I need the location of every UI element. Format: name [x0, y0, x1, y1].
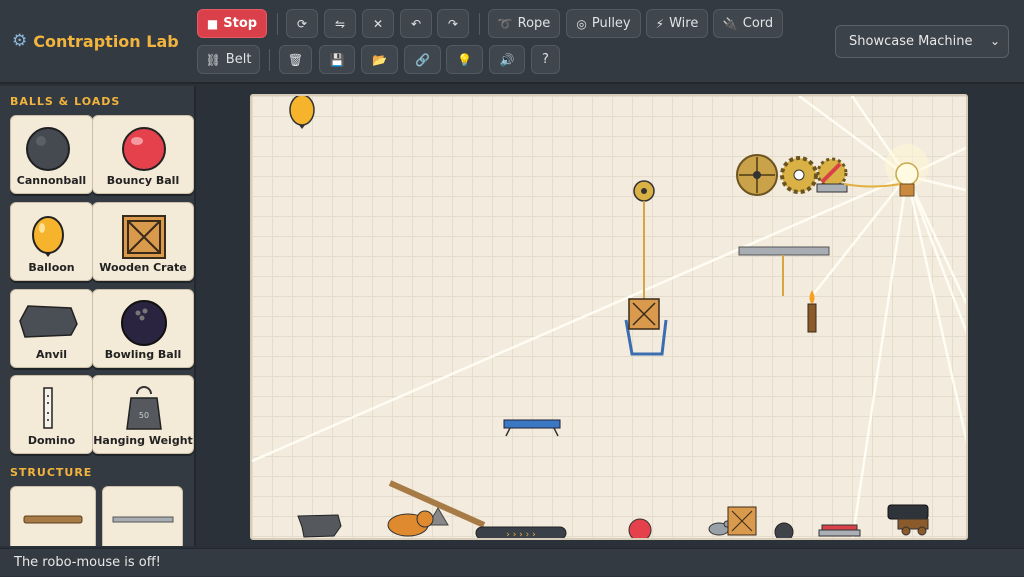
section-heading-balls-loads: BALLS & LOADS — [10, 95, 121, 108]
palette-item-plank[interactable] — [10, 486, 96, 546]
parts-palette: BALLS & LOADS Cannonball Bouncy Ball Bal… — [0, 86, 196, 546]
wire-tool-button[interactable]: ⚡ Wire — [646, 9, 708, 38]
toolbar-divider — [277, 13, 278, 35]
anvil-icon — [19, 305, 78, 338]
svg-text:› › › › ›: › › › › › — [506, 530, 535, 540]
stage: › › › › › — [198, 86, 1024, 546]
rope-icon: ➰ — [497, 16, 513, 31]
save-icon: 💾 — [329, 52, 345, 67]
cannon-object[interactable] — [887, 504, 929, 536]
undo-icon: ↶ — [410, 16, 422, 31]
palette-item-cannonball[interactable]: Cannonball — [10, 115, 93, 194]
light-rays — [252, 96, 966, 538]
palette-item-steel-beam[interactable] — [102, 486, 183, 546]
gear-object[interactable] — [736, 154, 778, 196]
palette-item-balloon[interactable]: Balloon — [10, 202, 93, 281]
gear-object[interactable] — [780, 156, 818, 194]
balloon-icon — [32, 216, 64, 257]
hint-button[interactable]: 💡 — [446, 45, 483, 74]
plug-icon: 🔌 — [722, 16, 738, 31]
chain-icon: ⛓ — [205, 52, 221, 67]
speaker-icon: 🔊 — [499, 52, 515, 67]
robo-mouse-motor[interactable] — [816, 157, 848, 193]
balloon-object[interactable] — [289, 96, 315, 129]
domino-icon — [43, 387, 53, 429]
button-object[interactable] — [818, 524, 861, 537]
candle-object[interactable] — [807, 290, 817, 333]
crate-icon — [122, 215, 166, 259]
cord-tool-button[interactable]: 🔌 Cord — [713, 9, 783, 38]
chevron-down-icon: ⌄ — [989, 34, 1000, 48]
status-message: The robo-mouse is off! — [14, 555, 161, 570]
robo-mouse-object[interactable] — [708, 520, 731, 536]
board-scene: › › › › › — [252, 96, 966, 540]
play-board[interactable]: › › › › › — [250, 94, 968, 540]
redo-icon: ↷ — [447, 16, 459, 31]
rotate-icon: ⟳ — [296, 16, 308, 31]
pulley-tool-button[interactable]: ◎ Pulley — [566, 9, 641, 38]
app-title: Contraption Lab — [33, 31, 179, 51]
anvil-object[interactable] — [297, 514, 342, 538]
palette-item-anvil[interactable]: Anvil — [10, 289, 93, 368]
stop-button[interactable]: ■ Stop — [197, 9, 267, 38]
save-button[interactable]: 💾 — [319, 45, 355, 74]
close-icon: ✕ — [372, 16, 384, 31]
steel-beam-object[interactable] — [738, 246, 830, 296]
palette-item-bouncy-ball[interactable]: Bouncy Ball — [92, 115, 194, 194]
rotate-button[interactable]: ⟳ — [286, 9, 318, 38]
bouncy-ball-object[interactable] — [628, 518, 652, 540]
stop-icon: ■ — [206, 16, 219, 31]
clear-button[interactable]: 🗑 — [279, 45, 312, 74]
flip-icon: ⇋ — [334, 16, 346, 31]
lightning-icon: ⚡ — [655, 16, 665, 31]
palette-item-bowling-ball[interactable]: Bowling Ball — [92, 289, 194, 368]
light-bulb-object[interactable] — [885, 144, 929, 197]
bouncy-ball-icon — [122, 127, 166, 171]
palette-item-wooden-crate[interactable]: Wooden Crate — [92, 202, 194, 281]
power-cord[interactable] — [843, 183, 901, 188]
cat-object[interactable] — [387, 510, 434, 537]
basket-object[interactable] — [624, 298, 668, 356]
pulley-icon: ◎ — [576, 16, 587, 31]
toolbar-divider — [269, 49, 270, 71]
share-link-button[interactable]: 🔗 — [404, 45, 441, 74]
cannonball-object[interactable] — [774, 522, 794, 540]
toolbar: ⚙ Contraption Lab ■ Stop ⟳ ⇋ ✕ ↶ ↷ ➰ Rop… — [0, 0, 1024, 84]
belt-tool-button[interactable]: ⛓ Belt — [197, 45, 260, 74]
toolbar-divider — [479, 13, 480, 35]
cannonball-icon — [26, 127, 70, 171]
beam-icon — [112, 516, 174, 523]
bowling-ball-icon — [121, 300, 167, 346]
app-logo: ⚙ Contraption Lab — [12, 31, 179, 51]
weight-icon: 50 — [126, 386, 162, 430]
open-button[interactable]: 📂 — [361, 45, 398, 74]
conveyor-belt-object[interactable]: › › › › › — [475, 526, 567, 540]
lightbulb-icon: 💡 — [457, 52, 472, 67]
section-heading-structure: STRUCTURE — [10, 466, 93, 479]
folder-icon: 📂 — [372, 52, 387, 67]
sound-button[interactable]: 🔊 — [489, 45, 525, 74]
gear-icon: ⚙ — [12, 31, 28, 51]
plank-icon — [23, 515, 83, 524]
palette-item-domino[interactable]: Domino — [10, 375, 93, 454]
svg-text:50: 50 — [139, 411, 149, 420]
delete-selected-button[interactable]: ✕ — [362, 9, 394, 38]
palette-item-hanging-weight[interactable]: 50 Hanging Weight — [92, 375, 194, 454]
redo-button[interactable]: ↷ — [437, 9, 469, 38]
undo-button[interactable]: ↶ — [400, 9, 432, 38]
status-bar: The robo-mouse is off! — [0, 548, 1024, 576]
rope-tool-button[interactable]: ➰ Rope — [488, 9, 560, 38]
wooden-crate-object[interactable] — [727, 506, 757, 536]
trash-icon: 🗑 — [287, 52, 304, 67]
trampoline-object[interactable] — [503, 419, 561, 437]
machine-select[interactable]: Showcase Machine ⌄ — [835, 25, 1009, 58]
flip-button[interactable]: ⇋ — [324, 9, 356, 38]
machine-select-value: Showcase Machine — [849, 34, 973, 49]
help-button[interactable]: ? — [531, 45, 560, 74]
link-icon: 🔗 — [415, 52, 430, 67]
